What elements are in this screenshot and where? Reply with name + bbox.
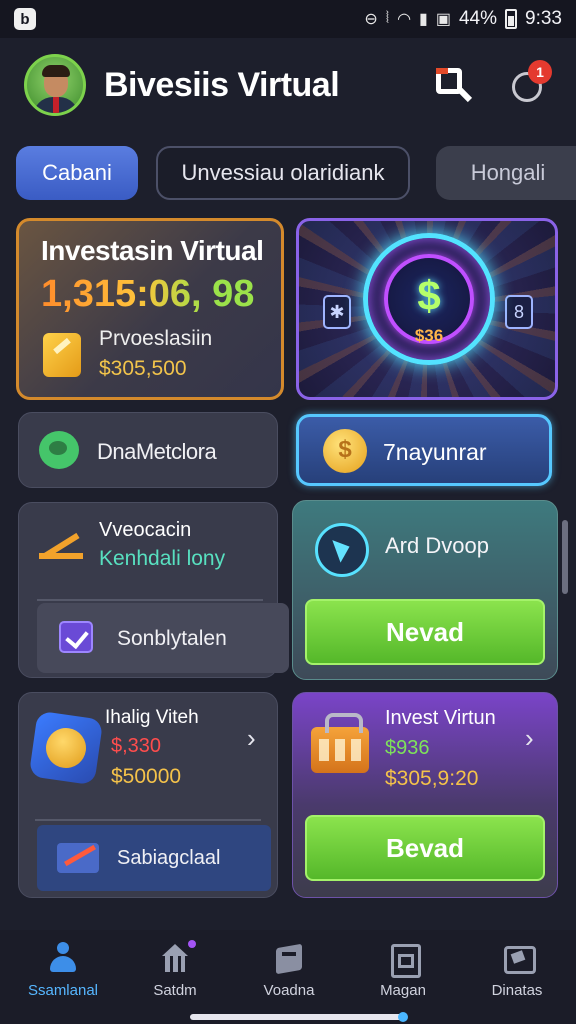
vibrate-icon: ⦚ bbox=[385, 10, 390, 27]
drop-label: Ard Dvoop bbox=[385, 533, 489, 558]
nav-item-dinatas[interactable]: Dinatas bbox=[462, 940, 572, 999]
checkbox-icon bbox=[59, 621, 93, 653]
wallet-title: Ihalig Viteh bbox=[105, 707, 199, 728]
nav-label: Magan bbox=[380, 982, 426, 999]
coin-inner-ring: $ $36 bbox=[384, 254, 474, 345]
tab-unvessiau[interactable]: Unvessiau olaridiank bbox=[156, 146, 410, 200]
nav-label: Voadna bbox=[263, 982, 315, 999]
pencil-icon bbox=[43, 333, 81, 377]
bottom-navigation: Ssamlanal Satdm Voadna Magan Dinatas bbox=[0, 930, 576, 1024]
nav-item-magan[interactable]: Magan bbox=[348, 940, 458, 999]
investment-amount: 1,315:06, 98 bbox=[41, 273, 255, 315]
chevron-right-icon[interactable]: › bbox=[525, 723, 534, 754]
left-chip-icon: ✱ bbox=[323, 295, 351, 329]
investment-sub-label: Prvoeslasiin bbox=[99, 327, 213, 350]
stats-card: Vveocacin Kenhdali lony Sonblytalen bbox=[18, 502, 289, 678]
nav-label: Dinatas bbox=[491, 982, 543, 999]
quick-action-left[interactable]: DnaMetclora bbox=[18, 412, 278, 488]
nav-item-voadna[interactable]: Voadna bbox=[234, 940, 344, 999]
coin-card[interactable]: ✱ 8 $ $36 bbox=[296, 218, 558, 400]
nav-label: Ssamlanal bbox=[27, 982, 99, 999]
coin-icon: $ $36 bbox=[363, 233, 495, 365]
notifications-button[interactable]: 1 bbox=[508, 60, 552, 108]
status-icons: ⊖ ⦚ ◠ ▮ ▣ 44% 9:33 bbox=[364, 8, 562, 30]
divider bbox=[35, 819, 261, 821]
home-indicator[interactable] bbox=[190, 1012, 408, 1022]
nav-label: Satdm bbox=[153, 982, 197, 999]
notification-dot bbox=[188, 940, 196, 948]
nevad-button[interactable]: Nevad bbox=[305, 599, 545, 665]
invest-value-green: $936 bbox=[385, 737, 430, 759]
tab-bar: Cabani Unvessiau olaridiank Hongali bbox=[16, 146, 576, 200]
quick-action-left-label: DnaMetclora bbox=[97, 439, 217, 464]
box-icon bbox=[272, 940, 306, 974]
dollar-symbol: $ bbox=[417, 272, 441, 319]
search-icon-handle bbox=[457, 87, 473, 103]
avatar[interactable] bbox=[24, 54, 86, 116]
trend-chart-icon bbox=[57, 843, 99, 873]
search-button[interactable] bbox=[432, 64, 473, 104]
wallet-card: Ihalig Viteh $,330 $50000 › Sabiagclaal bbox=[18, 692, 278, 898]
piggy-bank-icon bbox=[39, 431, 79, 469]
do-not-disturb-icon: ⊖ bbox=[364, 11, 378, 28]
invest-card: Invest Virtun $936 $305,9:20 › Bevad bbox=[292, 692, 558, 898]
scrollbar[interactable] bbox=[562, 520, 568, 594]
tab-cabani[interactable]: Cabani bbox=[16, 146, 138, 200]
battery-percent: 44% bbox=[458, 8, 498, 29]
stats-row-label: Sonblytalen bbox=[117, 627, 227, 650]
invest-value-gold: $305,9:20 bbox=[385, 767, 479, 790]
tab-hongali[interactable]: Hongali bbox=[436, 146, 576, 200]
stats-row[interactable]: Sonblytalen bbox=[37, 603, 289, 673]
investment-title: Investasin Virtual bbox=[41, 235, 264, 266]
nav-item-ssamlanal[interactable]: Ssamlanal bbox=[8, 940, 118, 999]
chart-up-icon bbox=[39, 525, 83, 559]
app-header: Bivesiis Virtual 1 bbox=[0, 50, 576, 122]
signal-icon: ▮ bbox=[419, 11, 428, 28]
stats-title: Vveocacin bbox=[99, 519, 192, 541]
investment-card[interactable]: Investasin Virtual 1,315:06, 98 Prvoesla… bbox=[16, 218, 284, 400]
nav-item-satdm[interactable]: Satdm bbox=[120, 940, 230, 999]
wallet-row[interactable]: Sabiagclaal bbox=[37, 825, 271, 891]
app-notification-icon: b bbox=[14, 8, 36, 30]
sim-icon: ▣ bbox=[435, 11, 451, 28]
play-compass-icon bbox=[315, 523, 369, 577]
leaf-coin-icon bbox=[28, 710, 104, 786]
status-bar: b ⊖ ⦚ ◠ ▮ ▣ 44% 9:33 bbox=[0, 0, 576, 38]
wifi-icon: ◠ bbox=[397, 11, 412, 28]
notification-badge: 1 bbox=[528, 60, 552, 84]
battery-icon bbox=[505, 9, 518, 29]
quick-action-right-label: 7nayunrar bbox=[383, 439, 487, 465]
right-chip-icon: 8 bbox=[505, 295, 533, 329]
gold-coin-icon bbox=[323, 429, 367, 473]
document-icon bbox=[386, 940, 421, 978]
quick-action-right[interactable]: 7nayunrar bbox=[296, 414, 552, 486]
briefcase-icon bbox=[311, 713, 369, 773]
chat-icon bbox=[500, 940, 536, 974]
drop-card: Ard Dvoop Nevad bbox=[292, 500, 558, 680]
house-icon bbox=[158, 940, 196, 974]
chevron-right-icon[interactable]: › bbox=[247, 723, 256, 754]
avatar-tie bbox=[53, 97, 59, 113]
coin-value: $36 bbox=[414, 326, 444, 345]
wallet-row-label: Sabiagclaal bbox=[117, 847, 221, 869]
clock: 9:33 bbox=[525, 8, 562, 29]
user-icon bbox=[46, 940, 80, 974]
invest-title: Invest Virtun bbox=[385, 707, 496, 729]
investment-sub-value: $305,500 bbox=[99, 357, 187, 380]
bevad-button[interactable]: Bevad bbox=[305, 815, 545, 881]
wallet-value-gold: $50000 bbox=[111, 765, 182, 788]
app-title: Bivesiis Virtual bbox=[104, 66, 340, 104]
divider bbox=[37, 599, 263, 601]
wallet-value-red: $,330 bbox=[111, 735, 162, 757]
avatar-hair bbox=[42, 65, 70, 77]
stats-subtitle: Kenhdali lony bbox=[99, 547, 226, 570]
